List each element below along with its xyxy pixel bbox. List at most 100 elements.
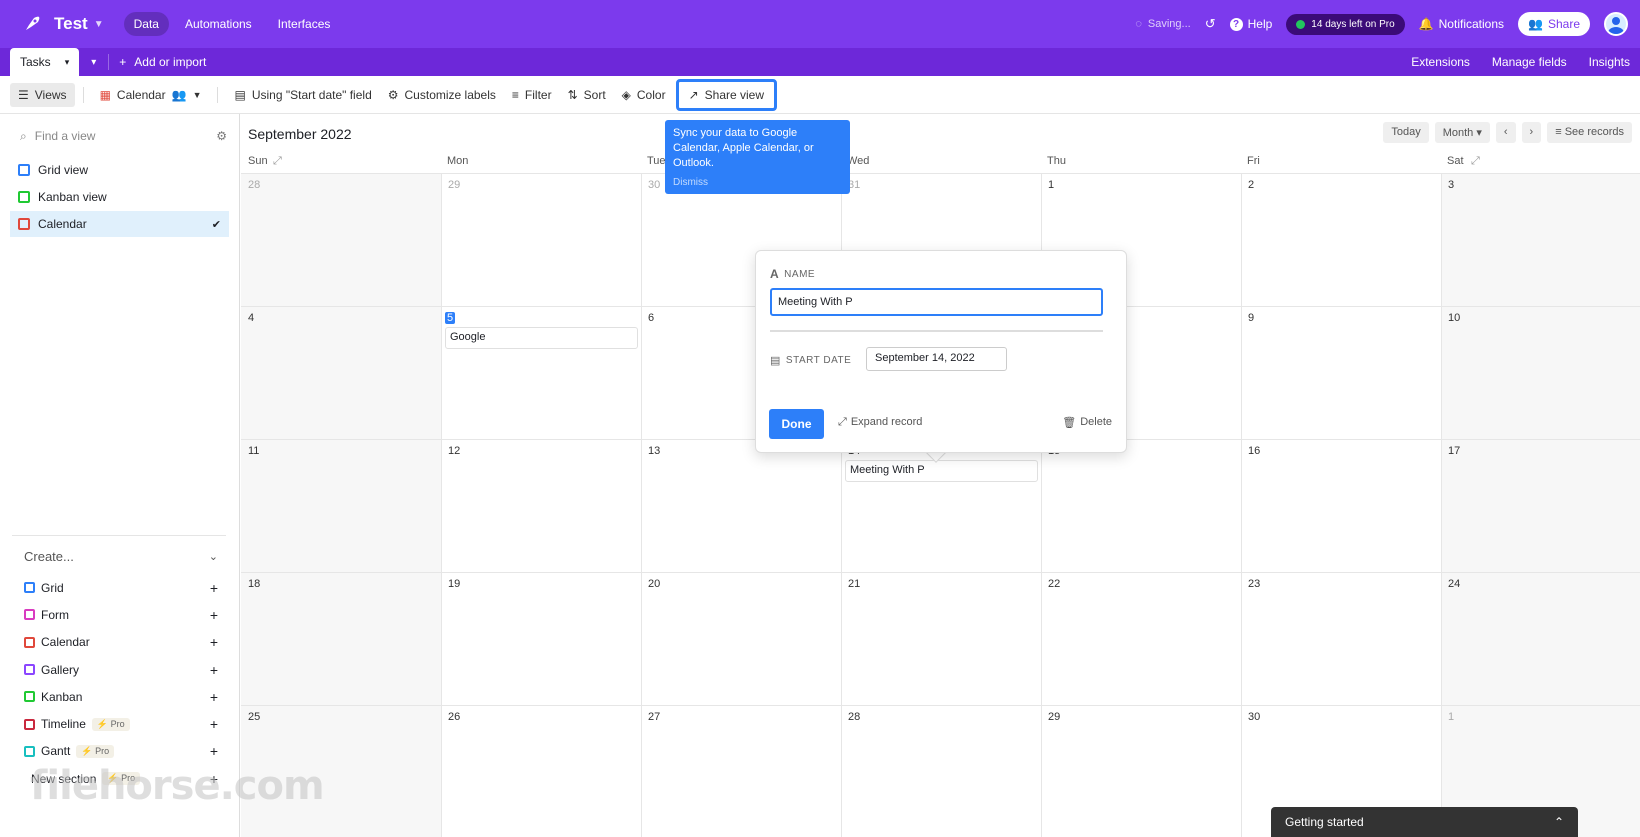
plus-icon[interactable]: + [210, 607, 218, 623]
name-input[interactable]: Meeting With P [770, 288, 1103, 316]
plus-icon: + [119, 55, 127, 69]
start-date-input[interactable]: September 14, 2022 [866, 347, 1007, 371]
nav-interfaces[interactable]: Interfaces [268, 12, 341, 36]
plus-icon[interactable]: + [210, 716, 218, 732]
color-button[interactable]: ◈ Color [614, 83, 674, 107]
customize-labels-label: Customize labels [404, 87, 496, 102]
day-number: 29 [448, 179, 461, 191]
pro-badge: ⚡ Pro [91, 717, 130, 731]
base-name[interactable]: Test [54, 14, 88, 34]
find-view-placeholder: Find a view [34, 129, 96, 143]
create-gallery[interactable]: Gallery + [24, 656, 218, 683]
chevron-up-icon[interactable]: ⌃ [1554, 815, 1564, 829]
divider [12, 535, 226, 536]
share-button[interactable]: 👥 Share [1518, 12, 1590, 36]
top-bar: Test ▼ Data Automations Interfaces ◌ Savi… [0, 0, 1640, 48]
prev-month-button[interactable]: ‹ [1495, 122, 1516, 143]
avatar[interactable] [1604, 12, 1628, 36]
help-button[interactable]: ? Help [1229, 17, 1272, 31]
insights-button[interactable]: Insights [1589, 55, 1630, 69]
form-icon [24, 609, 35, 621]
expand-record-button[interactable]: ⤢ Expand record [838, 416, 922, 429]
views-label: Views [34, 87, 67, 102]
dow-sat: Sat [1447, 155, 1464, 167]
calendar-event-meeting[interactable]: Meeting With P [845, 460, 1038, 482]
expand-icon[interactable]: ⤢ [1471, 155, 1480, 168]
filter-label: Filter [524, 87, 552, 102]
plus-icon[interactable]: + [210, 662, 218, 678]
record-edit-popover: A NAME Meeting With P ▤ START DATE Septemb… [755, 250, 1127, 453]
calendar-view-icon: ▦ [99, 87, 111, 102]
create-grid[interactable]: Grid + [24, 574, 218, 601]
calendar-view: September 2022 Today Month ▾ ‹ › ≡ See r… [241, 114, 1640, 837]
name-field-label: A NAME [770, 267, 815, 281]
create-gantt[interactable]: Gantt ⚡ Pro + [24, 738, 218, 765]
day-number: 4 [248, 312, 255, 324]
grid-line [241, 173, 1640, 174]
share-view-button[interactable]: ↗ Share view [675, 78, 778, 111]
sort-button[interactable]: ⇅ Sort [560, 83, 614, 107]
month-select-label: Month [1442, 127, 1474, 139]
filter-button[interactable]: ≡ Filter [504, 83, 560, 107]
expand-record-label: Expand record [850, 416, 923, 428]
delete-button[interactable]: 🗑 Delete [1062, 416, 1112, 429]
today-button[interactable]: Today [1383, 122, 1429, 143]
nav-automations[interactable]: Automations [175, 12, 262, 36]
rocket-logo-icon[interactable] [18, 12, 46, 36]
sidebar-item-grid-view[interactable]: Grid view [10, 157, 229, 183]
chevron-down-icon[interactable]: ▼ [94, 19, 104, 30]
gear-icon[interactable]: ⚙ [216, 129, 227, 143]
trash-icon: 🗑 [1062, 417, 1077, 429]
start-date-label: ▤ START DATE [770, 354, 851, 367]
trial-badge[interactable]: 14 days left on Pro [1286, 13, 1405, 35]
help-icon: ? [1229, 17, 1243, 31]
tables-menu-chevron-icon[interactable]: ▾ [91, 57, 96, 68]
create-form[interactable]: Form + [24, 601, 218, 628]
tooltip-text: Sync your data to Google Calendar, Apple… [673, 127, 814, 169]
plus-icon[interactable]: + [210, 634, 218, 650]
watermark-logo: filehorse.com [30, 763, 325, 809]
sidebar-item-kanban-view[interactable]: Kanban view [10, 184, 229, 210]
views-toggle-button[interactable]: ☰ Views [10, 82, 75, 107]
plus-icon[interactable]: + [210, 743, 218, 759]
done-button[interactable]: Done [769, 409, 824, 439]
views-sidebar: ⌕ Find a view ⚙ Grid view Kanban view Ca… [0, 114, 240, 837]
history-icon[interactable]: ↺ [1205, 16, 1216, 32]
calendar-event-google[interactable]: Google [445, 327, 638, 349]
month-select[interactable]: Month ▾ [1434, 122, 1490, 143]
create-calendar[interactable]: Calendar + [24, 629, 218, 656]
divider [108, 54, 110, 70]
tab-tasks[interactable]: Tasks ▾ [10, 48, 80, 76]
expand-icon[interactable]: ⤢ [273, 155, 282, 168]
date-field-button[interactable]: ▤ Using "Start date" field [226, 83, 379, 107]
add-or-import-button[interactable]: + Add or import [119, 55, 206, 69]
weekend-column-sat [1441, 173, 1640, 837]
next-month-button[interactable]: › [1521, 122, 1542, 143]
find-view-field[interactable]: ⌕ Find a view ⚙ [20, 126, 227, 146]
day-number: 10 [1448, 312, 1461, 324]
plus-icon[interactable]: + [210, 580, 218, 596]
create-timeline[interactable]: Timeline ⚡ Pro + [24, 710, 218, 737]
gear-icon: ⚙ [387, 87, 399, 102]
manage-fields-button[interactable]: Manage fields [1492, 55, 1567, 69]
create-kanban[interactable]: Kanban + [24, 683, 218, 710]
calendar-month-title: September 2022 [248, 126, 352, 142]
people-icon: 👥 [1528, 17, 1543, 31]
notifications-button[interactable]: 🔔 Notifications [1419, 17, 1504, 31]
day-number: 12 [448, 445, 461, 457]
sidebar-item-calendar[interactable]: Calendar ✔ [10, 211, 229, 237]
day-number: 26 [448, 711, 461, 723]
extensions-button[interactable]: Extensions [1411, 55, 1470, 69]
share-view-tooltip: Sync your data to Google Calendar, Apple… [665, 120, 850, 194]
nav-data[interactable]: Data [123, 12, 169, 36]
chevron-down-icon[interactable]: ⌄ [209, 550, 218, 563]
chevron-down-icon[interactable]: ▾ [65, 57, 70, 68]
plus-icon[interactable]: + [210, 689, 218, 705]
customize-labels-button[interactable]: ⚙ Customize labels [380, 83, 504, 107]
create-section-header[interactable]: Create... ⌄ [24, 549, 218, 564]
view-switcher-button[interactable]: ▦ Calendar 👥 ▼ [92, 83, 210, 107]
grid-icon [24, 582, 35, 594]
see-records-button[interactable]: ≡ See records [1547, 122, 1632, 143]
getting-started-panel[interactable]: Getting started ⌃ [1271, 807, 1578, 837]
dismiss-link[interactable]: Dismiss [673, 175, 842, 190]
